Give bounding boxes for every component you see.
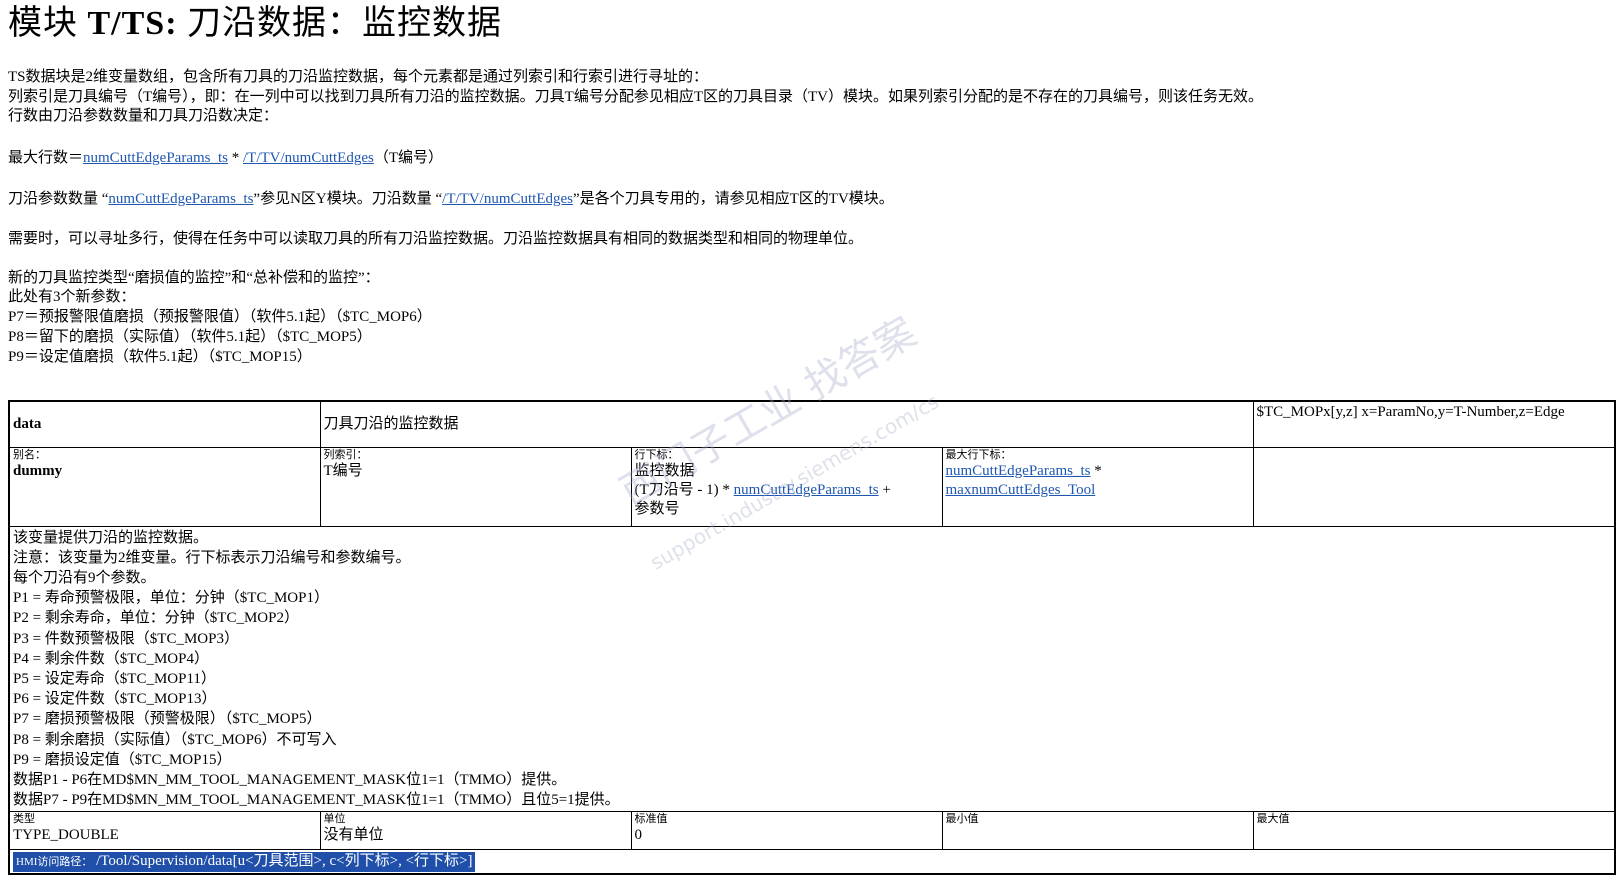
link-numcuttedges[interactable]: /T/TV/numCuttEdges [442,191,573,207]
link-numcuttedgeparams[interactable]: numCuttEdgeParams_ts [946,463,1091,479]
description-cell: 该变量提供刀沿的监控数据。注意：该变量为2维变量。行下标表示刀沿编号和参数编号。… [8,525,1616,813]
row-index-line-1: 监控数据 [634,462,695,479]
max-value-label: 最大值 [1256,813,1290,826]
row-index-line-2: (T刀沿号 - 1) * [634,481,734,498]
link-numcuttedges[interactable]: /T/TV/numCuttEdges [243,150,374,166]
link-numcuttedgeparams[interactable]: numCuttEdgeParams_ts [734,482,879,498]
unit-value: 没有单位 [323,827,384,844]
description-line: 数据P7 - P9在MD$MN_MM_TOOL_MANAGEMENT_MASK位… [13,792,620,809]
new-types-line-5: P9＝设定值磨损（软件5.1起）（$TC_MOP15） [8,349,312,365]
variable-name: data [13,415,42,432]
alias-cell: 别名： dummy [8,446,321,527]
page-title: 模块 T/TS: 刀沿数据：监控数据 [8,4,502,44]
hmi-path-cell: HMI访问路径： /Tool/Supervision/data[u<刀具范围>,… [8,849,1616,876]
unit-label: 单位 [323,813,346,826]
table-row: HMI访问路径： /Tool/Supervision/data[u<刀具范围>,… [8,849,1616,876]
unit-cell: 单位 没有单位 [319,811,632,851]
empty-cell [1252,446,1616,527]
hmi-path-label: HMI访问路径： [16,856,93,869]
new-types-line-1: 新的刀具监控类型“磨损值的监控”和“总补偿和的监控”： [8,270,380,286]
variable-name-cell: data [8,400,321,448]
type-value: TYPE_DOUBLE [13,827,119,844]
table-row: 该变量提供刀沿的监控数据。注意：该变量为2维变量。行下标表示刀沿编号和参数编号。… [8,525,1616,813]
alias-value: dummy [13,462,63,479]
description-line: P7 = 磨损预警极限（预警极限）（$TC_MOP5） [13,711,322,728]
hmi-path-value: /Tool/Supervision/data[u<刀具范围>, c<列下标>, … [96,853,473,870]
row-index-label: 行下标： [634,448,679,461]
title-prefix: 模块 [8,5,78,42]
type-cell: 类型 TYPE_DOUBLE [8,811,321,851]
standard-value-cell: 标准值 0 [630,811,943,851]
row-index-line-3: 参数号 [634,500,680,517]
max-row-op: * [1090,462,1102,479]
new-types-line-3: P7＝预报警限值磨损（预报警限值）（软件5.1起）（$TC_MOP6） [8,309,432,325]
description-lines: 该变量提供刀沿的监控数据。注意：该变量为2维变量。行下标表示刀沿编号和参数编号。… [13,528,1611,811]
link-maxnumcuttedges-tool[interactable]: maxnumCuttEdges_Tool [946,482,1096,498]
min-value-label: 最小值 [945,813,979,826]
description-line: P8 = 剩余磨损（实际值）（$TC_MOP6）不可写入 [13,731,337,748]
params-note-text-1: 刀沿参数数量 “ [8,191,109,207]
table-row: data 刀具刀沿的监控数据 $TC_MOPx[y,z] x=ParamNo,y… [8,400,1616,448]
link-numcuttedgeparams[interactable]: numCuttEdgeParams_ts [83,150,228,166]
variable-table: data 刀具刀沿的监控数据 $TC_MOPx[y,z] x=ParamNo,y… [8,400,1616,876]
min-value-cell: 最小值 [941,811,1254,851]
variable-desc: 刀具刀沿的监控数据 [323,415,459,432]
intro-line-2: 列索引是刀具编号（T编号），即：在一列中可以找到刀具所有刀沿的监控数据。刀具T编… [8,89,1263,105]
hmi-path-highlight[interactable]: HMI访问路径： /Tool/Supervision/data[u<刀具范围>,… [13,852,476,873]
max-rows-suffix: （T编号） [373,150,444,166]
max-rows-line: 最大行数＝numCuttEdgeParams_ts * /T/TV/numCut… [8,148,443,168]
params-note-text-2: ”参见N区Y模块。刀沿数量 “ [253,191,443,207]
link-numcuttedgeparams[interactable]: numCuttEdgeParams_ts [108,191,253,207]
intro-line-1: TS数据块是2维变量数组，包含所有刀具的刀沿监控数据，每个元素都是通过列索引和行… [8,69,709,85]
row-index-line-2-post: + [878,481,891,498]
max-rows-op: * [228,150,244,166]
table-row: 别名： dummy 列索引： T编号 行下标： 监控数据 (T刀沿号 - 1) … [8,446,1616,527]
new-types-line-2: 此处有3个新参数： [8,289,136,305]
table-row: 类型 TYPE_DOUBLE 单位 没有单位 标准值 0 最小值 最大值 [8,811,1616,851]
description-line: P2 = 剩余寿命，单位：分钟（$TC_MOP2） [13,610,299,627]
description-line: P5 = 设定寿命（$TC_MOP11） [13,670,216,687]
params-note-text-3: ”是各个刀具专用的，请参见相应T区的TV模块。 [572,191,894,207]
max-row-index-cell: 最大行下标： numCuttEdgeParams_ts * maxnumCutt… [941,446,1254,527]
description-line: P6 = 设定件数（$TC_MOP13） [13,691,217,708]
column-index-cell: 列索引： T编号 [319,446,632,527]
system-variable-cell: $TC_MOPx[y,z] x=ParamNo,y=T-Number,z=Edg… [1252,400,1616,448]
variable-desc-cell: 刀具刀沿的监控数据 [319,400,1254,448]
description-line: 该变量提供刀沿的监控数据。 [13,529,209,546]
description-line: P4 = 剩余件数（$TC_MOP4） [13,650,209,667]
description-line: 数据P1 - P6在MD$MN_MM_TOOL_MANAGEMENT_MASK位… [13,771,567,788]
standard-value: 0 [634,827,643,844]
description-line: P3 = 件数预警极限（$TC_MOP3） [13,630,239,647]
description-line: 每个刀沿有9个参数。 [13,569,156,586]
description-line: P9 = 磨损设定值（$TC_MOP15） [13,751,232,768]
column-index-value: T编号 [323,462,363,479]
intro-line-3: 行数由刀沿参数数量和刀具刀沿数决定： [8,108,279,124]
column-index-label: 列索引： [323,448,368,461]
system-variable: $TC_MOPx[y,z] x=ParamNo,y=T-Number,z=Edg… [1256,404,1565,420]
row-index-cell: 行下标： 监控数据 (T刀沿号 - 1) * numCuttEdgeParams… [630,446,943,527]
max-row-index-label: 最大行下标： [945,448,1012,461]
max-value-cell: 最大值 [1252,811,1616,851]
title-module: T/TS: [87,5,178,42]
description-line: P1 = 寿命预警极限，单位：分钟（$TC_MOP1） [13,590,329,607]
max-rows-label: 最大行数＝ [8,150,84,166]
params-note-line: 刀沿参数数量 “numCuttEdgeParams_ts”参见N区Y模块。刀沿数… [8,189,894,209]
standard-value-label: 标准值 [634,813,668,826]
description-line: 注意：该变量为2维变量。行下标表示刀沿编号和参数编号。 [13,549,411,566]
type-label: 类型 [13,813,35,826]
alias-label: 别名： [13,448,46,461]
multi-rows-line: 需要时，可以寻址多行，使得在任务中可以读取刀具的所有刀沿监控数据。刀沿监控数据具… [8,231,864,247]
new-types-line-4: P8＝留下的磨损（实际值）（软件5.1起）（$TC_MOP5） [8,329,372,345]
title-rest: 刀沿数据：监控数据 [187,5,503,42]
